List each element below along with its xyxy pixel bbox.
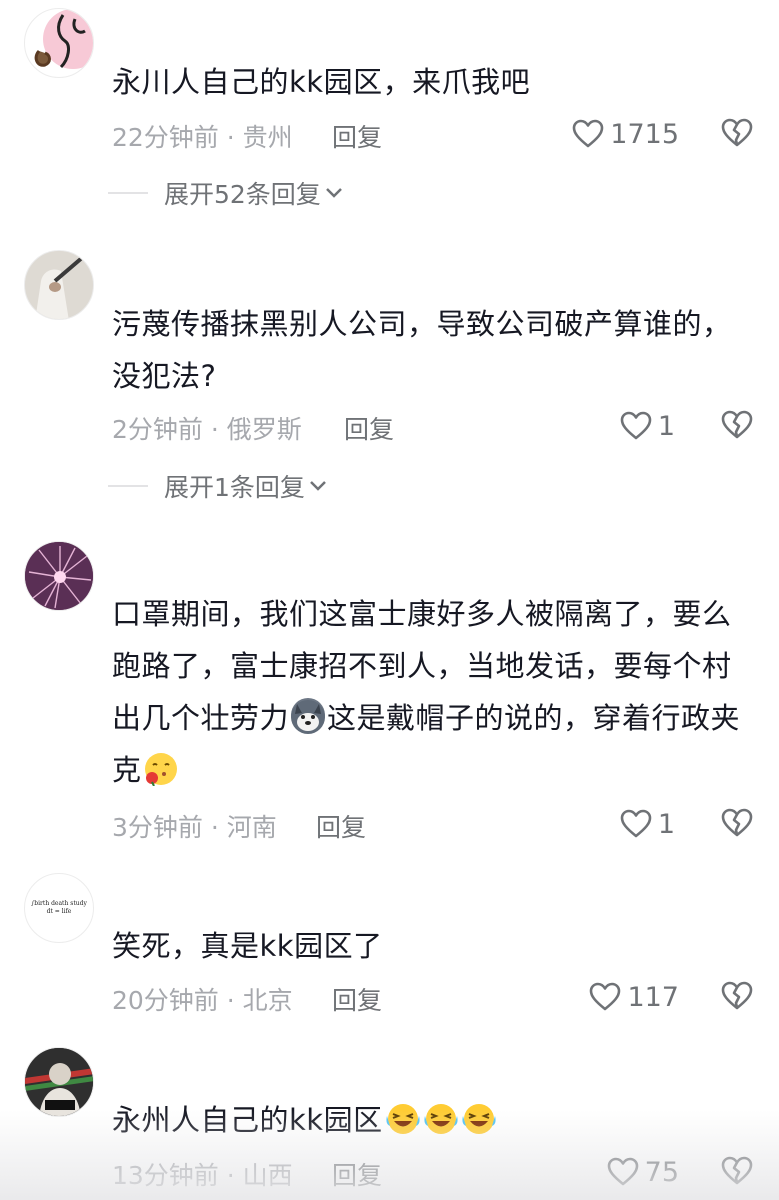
dislike-button[interactable] [721,118,753,154]
heart-outline-icon [572,119,604,148]
user-avatar[interactable]: ∫birth death study dt = life [24,873,94,943]
divider-line [108,192,148,194]
heart-outline-icon [590,982,621,1011]
husky-dog-emoji [291,698,326,734]
broken-heart-icon [721,981,753,1010]
comment-time-location: 3分钟前 · 河南 [112,813,277,842]
like-count: 1 [657,410,675,442]
comment-time-location: 20分钟前 · 北京 [112,986,293,1015]
reply-button[interactable]: 回复 [332,118,382,154]
user-avatar[interactable] [24,541,94,611]
broken-heart-icon [721,1156,753,1185]
comment-text: 永州人自己的kk园区 [112,1094,749,1146]
comment-text-part: 永州人自己的kk园区 [112,1103,383,1137]
comment-time-location: 22分钟前 · 贵州 [112,123,293,152]
broken-heart-icon [721,410,753,439]
expand-replies-button[interactable]: 展开1条回复 [108,468,327,504]
laughing-tears-emoji [423,1100,458,1134]
comment-text: 污蔑传播抹黑别人公司，导致公司破产算谁的，没犯法? [112,307,732,393]
user-avatar[interactable] [24,8,94,78]
chevron-down-icon [310,481,326,491]
heart-outline-icon [620,411,652,440]
kissing-rose-emoji [144,750,178,787]
reply-button[interactable]: 回复 [344,410,394,446]
like-button[interactable]: 75 [607,1152,679,1192]
like-button[interactable]: 1 [620,406,675,446]
comment-text: 笑死，真是kk园区了 [112,929,383,963]
broken-heart-icon [721,808,753,837]
like-count: 1715 [610,118,679,150]
comment-text: 永川人自己的kk园区，来爪我吧 [112,65,531,99]
dislike-button[interactable] [721,808,753,844]
comment-time-location: 13分钟前 · 山西 [112,1161,293,1190]
reply-button[interactable]: 回复 [332,1156,382,1192]
expand-replies-button[interactable]: 展开52条回复 [108,175,343,211]
comment-meta: 20分钟前 · 北京 回复 117 [112,977,779,1017]
reply-button[interactable]: 回复 [316,808,366,844]
dislike-button[interactable] [721,981,753,1017]
like-button[interactable]: 1715 [572,114,679,154]
comment-text: 口罩期间，我们这富士康好多人被隔离了，要么跑路了，富士康招不到人，当地发话，要每… [112,588,749,796]
chevron-down-icon [325,188,342,198]
like-count: 75 [644,1156,679,1188]
heart-outline-icon [607,1157,638,1186]
divider-line [108,485,148,487]
like-count: 117 [627,981,679,1013]
like-button[interactable]: 117 [589,977,679,1017]
expand-replies-label: 展开1条回复 [164,473,305,502]
laughing-tears-emoji [385,1100,420,1134]
comment-meta: 13分钟前 · 山西 回复 75 [112,1152,779,1192]
avatar-formula-text: ∫birth death study dt = life [31,900,87,915]
dislike-button[interactable] [721,410,753,446]
laughing-tears-emoji [461,1100,496,1134]
comment-meta: 2分钟前 · 俄罗斯 回复 1 [112,406,779,446]
like-count: 1 [657,808,675,840]
dislike-button[interactable] [721,1156,753,1192]
comment-time-location: 2分钟前 · 俄罗斯 [112,415,302,444]
comment-meta: 22分钟前 · 贵州 回复 1715 [112,114,779,154]
broken-heart-icon [721,118,753,147]
user-avatar[interactable] [24,1047,94,1117]
like-button[interactable]: 1 [620,804,675,844]
reply-button[interactable]: 回复 [332,981,382,1017]
comment-meta: 3分钟前 · 河南 回复 1 [112,804,779,844]
expand-replies-label: 展开52条回复 [164,180,321,209]
heart-outline-icon [620,809,652,838]
user-avatar[interactable] [24,250,94,320]
